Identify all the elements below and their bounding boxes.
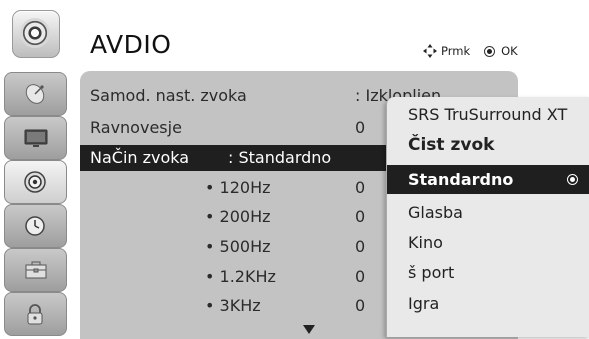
option-music[interactable]: Glasba: [387, 198, 589, 227]
eq-value: 0: [355, 237, 366, 256]
eq-value: 0: [355, 267, 366, 286]
lock-icon: [27, 304, 43, 325]
hint-move-label: Prmk: [441, 44, 471, 58]
menu-row-value: : Standardno: [228, 148, 332, 167]
sound-mode-popup: SRS TruSurround XT Čist zvok Standardno …: [386, 97, 589, 337]
ok-button-icon: [484, 45, 496, 57]
navigation-arrows-icon: [423, 44, 437, 58]
sidebar-item-audio[interactable]: [4, 160, 67, 204]
menu-row-label: Ravnovesje: [90, 118, 182, 137]
speaker-icon: [24, 171, 46, 193]
eq-frequency: • 1.2KHz: [205, 267, 276, 286]
eq-value: 0: [355, 296, 366, 315]
sidebar-item-picture[interactable]: [4, 116, 67, 160]
option-srs-trusurround[interactable]: SRS TruSurround XT: [387, 100, 589, 129]
option-label: Čist zvok: [408, 135, 495, 155]
eq-frequency: • 500Hz: [205, 237, 271, 256]
key-hints: Prmk OK: [423, 44, 518, 58]
option-label: Glasba: [408, 203, 463, 222]
option-game[interactable]: Igra: [387, 289, 589, 318]
satellite-dish-icon: [25, 84, 45, 104]
eq-frequency: • 200Hz: [205, 207, 271, 226]
hint-ok-label: OK: [501, 44, 518, 58]
menu-row-label: NaČin zvoka: [90, 148, 190, 167]
eq-frequency: • 3KHz: [205, 296, 261, 315]
option-sport[interactable]: š port: [387, 258, 589, 287]
eq-value: 0: [355, 178, 366, 197]
option-label: SRS TruSurround XT: [408, 105, 568, 124]
clock-icon: [25, 216, 45, 236]
page-title: AVDIO: [90, 30, 172, 59]
sidebar-item-time[interactable]: [4, 204, 67, 248]
option-label: š port: [408, 263, 455, 282]
option-label: Standardno: [408, 170, 514, 189]
sidebar: [0, 0, 69, 339]
audio-menu-icon: [12, 10, 60, 58]
selected-radio-icon: [567, 174, 578, 185]
menu-row-label: Samod. nast. zvoka: [90, 86, 247, 105]
tv-screen-icon: [24, 129, 48, 147]
option-clear-voice[interactable]: Čist zvok: [387, 130, 589, 159]
sidebar-item-channel[interactable]: [4, 72, 67, 116]
sidebar-item-option[interactable]: [4, 248, 67, 292]
option-cinema[interactable]: Kino: [387, 228, 589, 257]
option-label: Igra: [408, 294, 440, 313]
option-label: Kino: [408, 233, 443, 252]
option-standard[interactable]: Standardno: [387, 165, 589, 194]
menu-row-value: 0: [355, 118, 366, 137]
eq-value: 0: [355, 207, 366, 226]
toolbox-icon: [25, 261, 47, 279]
eq-frequency: • 120Hz: [205, 178, 271, 197]
sidebar-item-lock[interactable]: [4, 292, 67, 336]
scroll-down-icon[interactable]: [303, 325, 315, 334]
